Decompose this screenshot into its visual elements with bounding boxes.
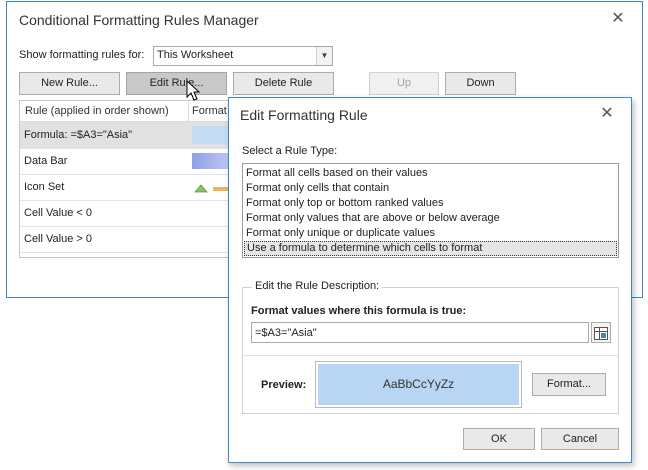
chevron-down-icon[interactable]: ▼ xyxy=(316,47,332,65)
show-rules-label: Show formatting rules for: xyxy=(19,49,145,61)
list-item[interactable]: Format only top or bottom ranked values xyxy=(246,196,443,211)
formula-input-value: =$A3="Asia" xyxy=(255,327,317,339)
close-icon[interactable]: ✕ xyxy=(607,9,629,31)
table-row[interactable]: Data Bar xyxy=(20,148,236,175)
preview-label: Preview: xyxy=(261,379,307,391)
rule-name: Cell Value > 0 xyxy=(24,233,92,245)
mouse-cursor-icon xyxy=(186,80,200,101)
list-item[interactable]: Format only unique or duplicate values xyxy=(246,226,435,241)
rules-manager-title: Conditional Formatting Rules Manager xyxy=(19,12,259,28)
range-selector-icon xyxy=(594,327,608,340)
format-button[interactable]: Format... xyxy=(532,373,606,396)
new-rule-button[interactable]: New Rule... xyxy=(19,72,120,95)
list-item[interactable]: Format only cells that contain xyxy=(246,181,389,196)
formula-input[interactable]: =$A3="Asia" xyxy=(251,322,589,343)
table-row[interactable]: Icon Set xyxy=(20,174,236,201)
delete-rule-button[interactable]: Delete Rule xyxy=(233,72,334,95)
range-selector-button[interactable] xyxy=(591,322,611,343)
ok-button[interactable]: OK xyxy=(463,428,535,450)
rules-grid-header: Rule (applied in order shown) Format xyxy=(20,101,236,122)
rule-type-list[interactable]: Format all cells based on their values F… xyxy=(242,163,619,258)
list-item[interactable]: Format only values that are above or bel… xyxy=(246,211,500,226)
scope-select-value: This Worksheet xyxy=(157,49,234,61)
rule-name: Icon Set xyxy=(24,181,65,193)
column-header-format[interactable]: Format xyxy=(192,105,227,117)
rule-name: Cell Value < 0 xyxy=(24,207,92,219)
edit-rule-button[interactable]: Edit Rule... xyxy=(126,72,227,95)
scope-select[interactable]: This Worksheet ▼ xyxy=(153,46,333,66)
rules-grid: Rule (applied in order shown) Format For… xyxy=(19,100,237,258)
preview-text: AaBbCcYyZz xyxy=(382,377,455,391)
rule-description-group: Edit the Rule Description: Format values… xyxy=(242,280,619,414)
rule-description-legend: Edit the Rule Description: xyxy=(252,280,383,292)
cancel-button[interactable]: Cancel xyxy=(541,428,619,450)
formula-label: Format values where this formula is true… xyxy=(251,305,467,317)
close-icon[interactable]: ✕ xyxy=(596,104,618,126)
rule-name: Data Bar xyxy=(24,155,68,167)
preview-box: AaBbCcYyZz xyxy=(318,364,519,405)
table-row[interactable]: Cell Value > 0 xyxy=(20,226,236,253)
rule-name: Formula: =$A3="Asia" xyxy=(24,129,133,141)
edit-rule-title: Edit Formatting Rule xyxy=(240,107,368,123)
edit-formatting-rule-dialog: Edit Formatting Rule ✕ Select a Rule Typ… xyxy=(228,97,632,463)
preview-frame: AaBbCcYyZz xyxy=(315,361,522,408)
select-rule-type-label: Select a Rule Type: xyxy=(242,145,338,157)
table-row[interactable]: Formula: =$A3="Asia" xyxy=(20,122,236,149)
down-button[interactable]: Down xyxy=(445,72,516,95)
column-divider xyxy=(188,101,189,121)
list-item[interactable]: Format all cells based on their values xyxy=(246,166,428,181)
up-button[interactable]: Up xyxy=(369,72,439,95)
preview-separator xyxy=(243,355,618,356)
table-row[interactable]: Cell Value < 0 xyxy=(20,200,236,227)
list-item-selected[interactable]: Use a formula to determine which cells t… xyxy=(244,241,617,256)
column-header-rule[interactable]: Rule (applied in order shown) xyxy=(25,105,169,117)
